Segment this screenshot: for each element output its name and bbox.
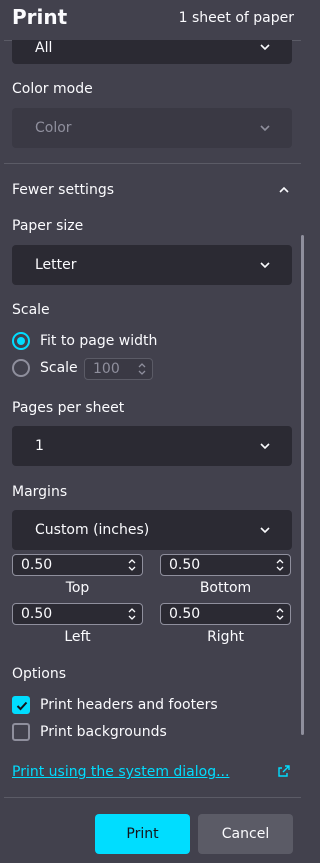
margin-right-label: Right <box>207 629 244 645</box>
custom-scale-radio[interactable] <box>12 359 30 377</box>
margins-select[interactable]: Custom (inches) <box>12 510 292 550</box>
scale-label: Scale <box>12 302 50 318</box>
headers-footers-label: Print headers and footers <box>40 697 218 713</box>
sheet-count: 1 sheet of paper <box>178 10 294 26</box>
spinner-arrows-icon <box>128 559 136 571</box>
checkmark-icon <box>16 701 28 711</box>
paper-size-value: Letter <box>35 257 77 273</box>
print-button[interactable]: Print <box>95 814 190 854</box>
fit-to-page-label: Fit to page width <box>40 333 158 349</box>
spinner-arrows-icon <box>138 363 146 375</box>
spinner-arrows-icon <box>276 608 284 620</box>
spinner-arrows-icon <box>128 608 136 620</box>
system-dialog-link[interactable]: Print using the system dialog... <box>12 764 229 780</box>
margin-bottom-input[interactable]: 0.50 <box>160 554 291 576</box>
pages-per-sheet-value: 1 <box>35 438 44 454</box>
footer-divider <box>4 797 301 798</box>
margins-value: Custom (inches) <box>35 522 150 538</box>
fit-to-page-option[interactable]: Fit to page width <box>12 332 157 350</box>
spinner-arrows-icon <box>276 559 284 571</box>
margin-bottom-value: 0.50 <box>169 557 201 573</box>
more-settings-toggle[interactable]: Fewer settings <box>12 182 114 198</box>
scrollbar-thumb[interactable] <box>301 235 304 735</box>
backgrounds-option[interactable]: Print backgrounds <box>12 723 167 741</box>
color-mode-value: Color <box>35 120 72 136</box>
chevron-down-icon <box>260 443 270 450</box>
dialog-title: Print <box>12 5 68 29</box>
cancel-button[interactable]: Cancel <box>198 814 293 854</box>
margin-left-input[interactable]: 0.50 <box>12 603 143 625</box>
chevron-down-icon <box>260 125 270 132</box>
paper-size-label: Paper size <box>12 218 84 234</box>
backgrounds-checkbox[interactable] <box>12 723 30 741</box>
pages-per-sheet-select[interactable]: 1 <box>12 426 292 466</box>
chevron-up-icon[interactable] <box>277 183 291 197</box>
chevron-down-icon <box>260 527 270 534</box>
margin-bottom-label: Bottom <box>199 580 252 596</box>
color-mode-label: Color mode <box>12 81 93 97</box>
scale-value: 100 <box>93 361 120 377</box>
pages-select[interactable]: All <box>12 40 292 64</box>
backgrounds-label: Print backgrounds <box>40 724 167 740</box>
headers-footers-option[interactable]: Print headers and footers <box>12 696 218 714</box>
margin-top-label: Top <box>65 580 90 596</box>
margin-top-input[interactable]: 0.50 <box>12 554 143 576</box>
chevron-down-icon <box>260 44 270 51</box>
custom-scale-option[interactable]: Scale <box>12 359 78 377</box>
headers-footers-checkbox[interactable] <box>12 696 30 714</box>
scale-input[interactable]: 100 <box>84 358 153 380</box>
section-divider <box>4 163 301 164</box>
paper-size-select[interactable]: Letter <box>12 245 292 285</box>
color-mode-select[interactable]: Color <box>12 108 292 148</box>
options-label: Options <box>12 666 67 682</box>
margins-label: Margins <box>12 484 68 500</box>
margin-right-value: 0.50 <box>169 606 201 622</box>
external-link-icon[interactable] <box>277 764 291 778</box>
margin-top-value: 0.50 <box>21 557 53 573</box>
chevron-down-icon <box>260 262 270 269</box>
margin-left-label: Left <box>64 629 91 645</box>
pages-select-value: All <box>35 40 53 56</box>
margin-right-input[interactable]: 0.50 <box>160 603 291 625</box>
fit-to-page-radio[interactable] <box>12 332 30 350</box>
pages-per-sheet-label: Pages per sheet <box>12 400 125 416</box>
custom-scale-label: Scale <box>40 360 78 376</box>
margin-left-value: 0.50 <box>21 606 53 622</box>
